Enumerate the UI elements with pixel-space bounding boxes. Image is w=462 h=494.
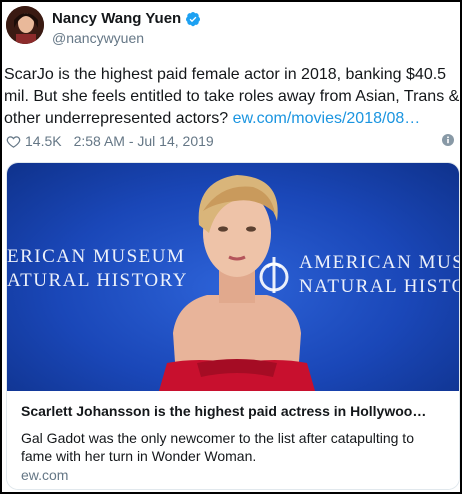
user-handle[interactable]: @nancywyuen — [52, 30, 144, 46]
tweet-text: ScarJo is the highest paid female actor … — [4, 64, 460, 130]
display-name[interactable]: Nancy Wang Yuen — [52, 10, 181, 27]
card-title[interactable]: Scarlett Johansson is the highest paid a… — [21, 403, 449, 419]
card-body[interactable]: Scarlett Johansson is the highest paid a… — [7, 391, 459, 489]
like-count[interactable]: 14.5K — [25, 133, 62, 149]
tweet-timestamp[interactable]: 2:58 AM - Jul 14, 2019 — [74, 133, 214, 149]
link-preview-card[interactable]: ERICAN MUSEUM ATURAL HISTORY AMERICAN MU… — [6, 162, 460, 490]
tweet-text-line: mil. But she feels entitled to take role… — [4, 88, 460, 105]
tweet-meta: 14.5K 2:58 AM - Jul 14, 2019 — [6, 131, 458, 151]
info-icon[interactable] — [442, 134, 454, 146]
card-image[interactable]: ERICAN MUSEUM ATURAL HISTORY AMERICAN MU… — [7, 163, 459, 391]
person-photo — [159, 175, 315, 391]
card-description: Gal Gadot was the only newcomer to the l… — [21, 430, 414, 464]
tweet-text-line: other underrepresented actors? ew.com/mo… — [4, 108, 460, 130]
verified-badge-icon — [186, 11, 201, 26]
tweet-text-fragment: other underrepresented actors? — [4, 110, 229, 127]
tweet-header: Nancy Wang Yuen @nancywyuen — [6, 6, 446, 50]
name-row: Nancy Wang Yuen — [52, 10, 201, 27]
tweet-container: Nancy Wang Yuen @nancywyuen ScarJo is th… — [0, 0, 462, 494]
heart-icon[interactable] — [6, 134, 21, 149]
tweet-link[interactable]: ew.com/movies/2018/08… — [233, 110, 421, 127]
card-domain: ew.com — [21, 467, 69, 483]
tweet-text-line: ScarJo is the highest paid female actor … — [4, 66, 447, 83]
avatar[interactable] — [6, 6, 44, 44]
